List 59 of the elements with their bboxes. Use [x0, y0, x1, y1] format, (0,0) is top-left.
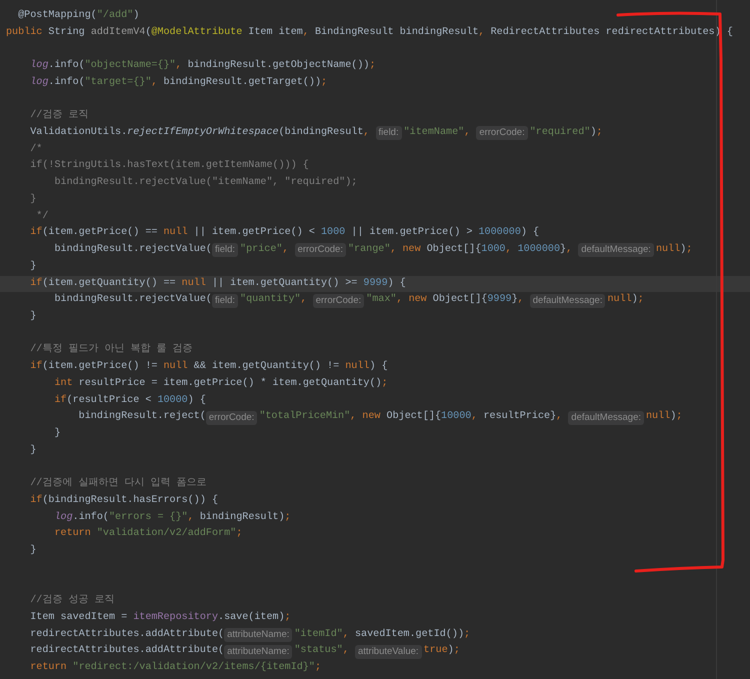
- code-line: //검증 로직: [29, 108, 90, 124]
- parameter-hint: field:: [212, 243, 238, 258]
- code-text: "itemId", savedItem.getId());: [294, 628, 470, 642]
- code-line: }: [53, 426, 62, 441]
- code-text: bindingResult.reject(: [78, 410, 206, 424]
- code-text: "range", new Object[]{1000, 1000000},: [348, 242, 574, 258]
- code-line: if(item.getPrice() == null || item.getPrice() < 1000 || item.getPrice() > 1000000) {: [29, 226, 540, 240]
- code-line: if(bindingResult.hasErrors()) {: [29, 494, 220, 508]
- code-line: }: [29, 444, 38, 458]
- parameter-hint: field:: [376, 126, 402, 140]
- code-line: return "validation/v2/addForm";: [53, 526, 244, 542]
- code-text: ValidationUtils.rejectIfEmptyOrWhitespace(bindingResult,: [29, 126, 370, 140]
- parameter-hint: defaultMessage:: [530, 294, 606, 308]
- code-text: null);: [656, 242, 692, 258]
- code-line: //검증에 실패하면 다시 입력 폼으로: [29, 476, 208, 492]
- code-line: }: [29, 260, 38, 274]
- parameter-hint: attributeValue:: [354, 644, 422, 659]
- code-line: public String addItemV4(@ModelAttribute Item item, BindingResult bindingResult, RedirectAttributes redirectAttributes) {: [5, 26, 734, 40]
- code-text: "status",: [294, 644, 350, 658]
- code-line: }: [29, 310, 38, 324]
- code-line: //검증 성공 로직: [29, 594, 116, 608]
- parameter-hint: errorCode:: [476, 126, 528, 140]
- code-text: "max", new Object[]{9999},: [366, 292, 525, 308]
- code-line: if(item.getPrice() != null && item.getQuantity() != null) {: [29, 360, 389, 374]
- parameter-hint: attributeName:: [224, 644, 292, 659]
- code-line: if(!StringUtils.hasText(item.getItemName())) {: [29, 158, 310, 174]
- code-text: "price",: [240, 242, 290, 258]
- code-text: bindingResult.rejectValue(: [53, 292, 212, 308]
- code-line: log.info("target={}", bindingResult.getTarget());: [29, 76, 328, 90]
- parameter-hint: attributeName:: [224, 628, 292, 642]
- parameter-hint: defaultMessage:: [578, 243, 654, 258]
- code-text: null);: [607, 292, 644, 308]
- code-line: }: [29, 544, 38, 558]
- code-line: */: [35, 210, 50, 224]
- code-text: redirectAttributes.addAttribute(: [29, 628, 224, 642]
- parameter-hint: errorCode:: [206, 410, 258, 425]
- parameter-hint: field:: [212, 294, 238, 308]
- code-line: /*: [29, 142, 44, 157]
- code-text: "quantity",: [240, 292, 308, 308]
- code-text: null);: [646, 410, 682, 424]
- code-line: bindingResult.rejectValue("itemName", "required");: [53, 176, 358, 190]
- parameter-hint: defaultMessage:: [568, 410, 644, 425]
- code-text: "totalPriceMin", new Object[]{10000, resultPrice},: [259, 410, 564, 424]
- code-text: "itemName",: [404, 126, 472, 140]
- code-line: if(resultPrice < 10000) {: [53, 394, 207, 408]
- code-line: log.info("errors = {}", bindingResult);: [53, 510, 292, 525]
- code-line: @PostMapping("/add"): [17, 8, 140, 23]
- code-text: bindingResult.rejectValue(: [53, 242, 212, 258]
- code-line: return "redirect:/validation/v2/items/{itemId}";: [29, 660, 322, 676]
- code-line: log.info("objectName={}", bindingResult.getObjectName());: [29, 58, 377, 74]
- parameter-hint: errorCode:: [294, 243, 346, 258]
- code-line: }: [29, 192, 38, 207]
- code-line: int resultPrice = item.getPrice() * item.getQuantity();: [53, 376, 389, 391]
- parameter-hint: errorCode:: [312, 294, 364, 308]
- code-text: redirectAttributes.addAttribute(: [29, 644, 224, 658]
- code-line: Item savedItem = itemRepository.save(item);: [29, 610, 292, 625]
- code-line: //특정 필드가 아닌 복합 룰 검증: [29, 342, 194, 358]
- code-text: "required");: [530, 126, 602, 140]
- code-text: true);: [424, 644, 460, 658]
